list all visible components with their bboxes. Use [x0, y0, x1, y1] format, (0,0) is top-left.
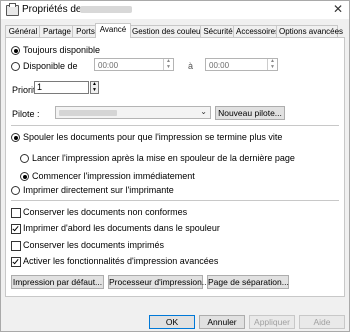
printer-name-redacted [80, 6, 132, 13]
advanced-panel: Toujours disponible Disponible de 00:00 … [5, 37, 345, 297]
spooled-first-label: Imprimer d'abord les documents dans le s… [23, 223, 220, 233]
separator-page-button[interactable]: Page de séparation... [207, 275, 289, 289]
apply-button[interactable]: Appliquer [249, 315, 295, 329]
priority-spinner[interactable]: ▲ ▼ [90, 81, 99, 94]
cancel-button[interactable]: Annuler [199, 315, 245, 329]
chevron-down-icon: ⌄ [200, 107, 207, 116]
always-available-label: Toujours disponible [23, 45, 101, 55]
priority-input[interactable]: 1 [34, 81, 89, 94]
printing-defaults-button[interactable]: Impression par défaut... [11, 275, 104, 289]
to-time-value: 00:00 [209, 61, 230, 70]
spooled-first-checkbox[interactable] [11, 224, 21, 234]
ok-button[interactable]: OK [149, 315, 195, 329]
close-icon[interactable]: ✕ [333, 2, 343, 16]
new-driver-button[interactable]: Nouveau pilote... [215, 106, 285, 120]
available-from-radio[interactable] [11, 62, 20, 71]
advanced-features-label: Activer les fonctionnalités d'impression… [23, 256, 219, 266]
keep-mismatched-checkbox[interactable] [11, 208, 21, 218]
to-time-input[interactable]: 00:00 ▲ ▼ [205, 58, 278, 71]
keep-printed-label: Conserver les documents imprimés [23, 240, 165, 250]
keep-printed-checkbox[interactable] [11, 241, 21, 251]
advanced-features-checkbox[interactable] [11, 257, 21, 267]
after-last-page-radio[interactable] [20, 154, 29, 163]
driver-name-redacted [59, 110, 117, 116]
available-from-label: Disponible de [23, 61, 78, 71]
from-time-spinner[interactable]: ▲ ▼ [163, 58, 173, 70]
to-time-spinner[interactable]: ▲ ▼ [267, 58, 277, 70]
window-title: Propriétés de [22, 4, 82, 15]
immediately-label: Commencer l'impression immédiatement [32, 171, 195, 181]
printer-icon [6, 3, 19, 16]
direct-print-radio[interactable] [11, 186, 20, 195]
print-processor-button[interactable]: Processeur d'impression... [108, 275, 209, 289]
driver-label: Pilote : [12, 109, 40, 119]
direct-print-label: Imprimer directement sur l'imprimante [23, 185, 174, 195]
divider [11, 200, 339, 201]
divider [11, 125, 339, 126]
immediately-radio[interactable] [20, 172, 29, 181]
spool-radio[interactable] [11, 133, 20, 142]
from-time-value: 00:00 [98, 61, 119, 70]
to-label: à [188, 61, 194, 71]
driver-select[interactable]: ⌄ [55, 106, 211, 119]
from-time-input[interactable]: 00:00 ▲ ▼ [94, 58, 174, 71]
after-last-page-label: Lancer l'impression après la mise en spo… [32, 153, 295, 163]
spool-label: Spouler les documents pour que l'impress… [23, 132, 283, 142]
title-bar: Propriétés de ✕ [1, 1, 349, 19]
tab-avance[interactable]: Avancé [95, 23, 131, 38]
always-available-radio[interactable] [11, 46, 20, 55]
help-button[interactable]: Aide [299, 315, 345, 329]
keep-mismatched-label: Conserver les documents non conformes [23, 207, 188, 217]
printer-properties-dialog: Propriétés de ✕ Général Partage Ports Av… [0, 0, 350, 332]
